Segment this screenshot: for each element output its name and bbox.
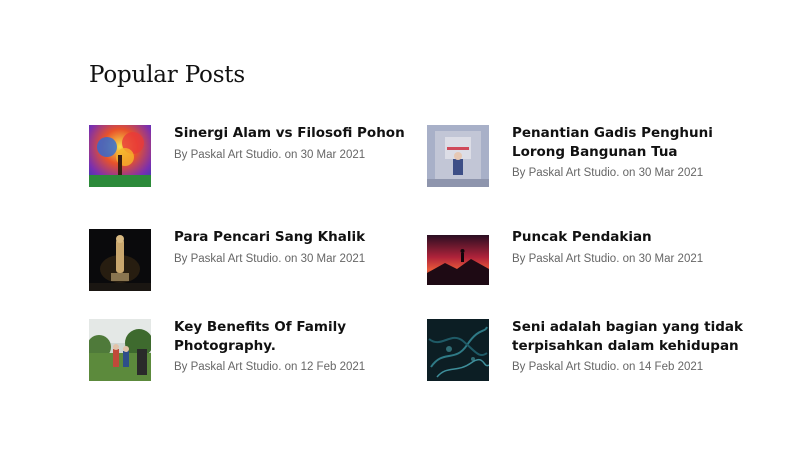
dark-teal-abstract-image <box>427 319 489 381</box>
post-thumbnail[interactable] <box>89 125 151 187</box>
hiker-silhouette-red-sky-image <box>427 235 489 285</box>
post-byline: By Paskal Art Studio. on 30 Mar 2021 <box>174 253 366 265</box>
post-byline: By Paskal Art Studio. on 30 Mar 2021 <box>512 253 704 265</box>
post-thumbnail[interactable] <box>89 319 151 381</box>
post-thumbnail[interactable] <box>427 229 489 291</box>
post-thumbnail[interactable] <box>89 229 151 291</box>
post-title[interactable]: Key Benefits Of Family Photography. <box>174 318 406 356</box>
post-title[interactable]: Puncak Pendakian <box>512 228 744 247</box>
family-outdoors-image <box>89 319 151 381</box>
post-byline: By Paskal Art Studio. on 12 Feb 2021 <box>174 361 366 373</box>
post-thumbnail[interactable] <box>427 319 489 381</box>
post-byline: By Paskal Art Studio. on 30 Mar 2021 <box>174 149 366 161</box>
girl-in-corridor-image <box>427 125 489 187</box>
section-title: Popular Posts <box>89 62 245 88</box>
post-title[interactable]: Para Pencari Sang Khalik <box>174 228 406 247</box>
post-thumbnail[interactable] <box>427 125 489 187</box>
post-byline: By Paskal Art Studio. on 30 Mar 2021 <box>512 167 704 179</box>
post-byline: By Paskal Art Studio. on 14 Feb 2021 <box>512 361 704 373</box>
painting-colorful-tree-image <box>89 125 151 187</box>
post-title[interactable]: Penantian Gadis Penghuni Lorong Bangunan… <box>512 124 744 162</box>
post-title[interactable]: Seni adalah bagian yang tidak terpisahka… <box>512 318 744 356</box>
post-title[interactable]: Sinergi Alam vs Filosofi Pohon <box>174 124 406 143</box>
statue-at-night-image <box>89 229 151 291</box>
